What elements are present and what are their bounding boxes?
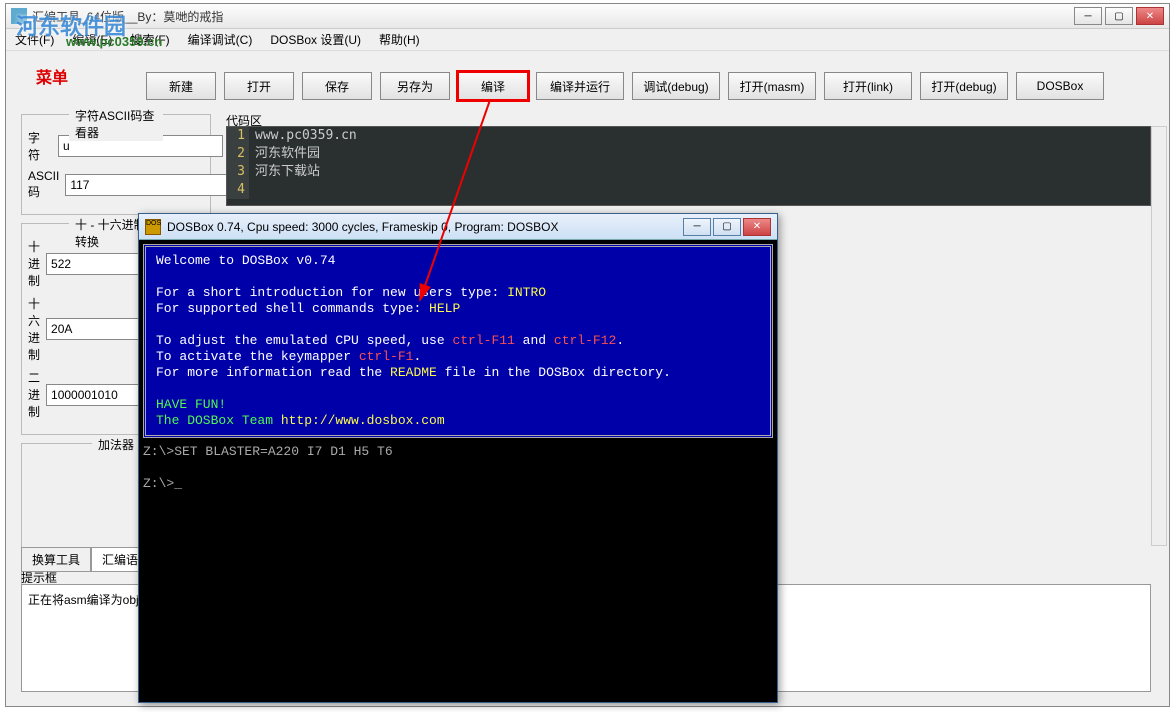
save-button[interactable]: 保存 [302,72,372,100]
menu-edit[interactable]: 编辑(E) [68,29,116,50]
vertical-scrollbar[interactable] [1151,126,1167,546]
menu-file[interactable]: 文件(F) [11,29,58,50]
code-editor[interactable]: 1www.pc0359.cn 2河东软件园 3河东下载站 4 [226,126,1151,206]
dosbox-terminal[interactable]: Welcome to DOSBox v0.74 For a short intr… [139,240,777,702]
ascii-panel-title: 字符ASCII码查看器 [69,107,163,141]
open-masm-button[interactable]: 打开(masm) [728,72,816,100]
dosbox-title: DOSBox 0.74, Cpu speed: 3000 cycles, Fra… [167,220,683,234]
menu-dosbox-settings[interactable]: DOSBox 设置(U) [266,29,365,50]
window-title: 汇编工具_64位版__By：莫哋的戒指 [32,8,1074,25]
dosbox-welcome-frame: Welcome to DOSBox v0.74 For a short intr… [143,244,773,438]
dosbox-close-button[interactable]: ✕ [743,218,771,236]
menu-search[interactable]: 搜索(F) [126,29,173,50]
dec-label: 十 进 制 [28,238,40,289]
ascii-code-label: ASCII码 [28,169,59,200]
minimize-button[interactable]: ─ [1074,7,1102,25]
dos-prompt: Z:\>SET BLASTER=A220 I7 D1 H5 T6 [143,444,773,460]
dosbox-maximize-button[interactable]: ▢ [713,218,741,236]
new-button[interactable]: 新建 [146,72,216,100]
ascii-code-input[interactable] [65,174,230,196]
title-bar: 汇编工具_64位版__By：莫哋的戒指 ─ ▢ ✕ [6,4,1169,29]
dos-text: Welcome to DOSBox v0.74 [156,253,760,269]
menu-bar: 文件(F) 编辑(E) 搜索(F) 编译调试(C) DOSBox 设置(U) 帮… [6,29,1169,51]
saveas-button[interactable]: 另存为 [380,72,450,100]
open-debug-button[interactable]: 打开(debug) [920,72,1008,100]
code-line [249,181,255,199]
app-icon [11,8,27,24]
dosbox-title-bar[interactable]: DOS DOSBox 0.74, Cpu speed: 3000 cycles,… [139,214,777,240]
hex-label: 十六进制 [28,295,40,363]
menu-compile-debug[interactable]: 编译调试(C) [184,29,257,50]
compile-button[interactable]: 编译 [458,72,528,100]
dos-prompt: Z:\>_ [143,476,773,492]
open-link-button[interactable]: 打开(link) [824,72,912,100]
hint-text: 正在将asm编译为obj [28,593,139,607]
close-button[interactable]: ✕ [1136,7,1164,25]
dosbox-button[interactable]: DOSBox [1016,72,1104,100]
adder-panel-title: 加法器 [92,436,140,453]
menu-help[interactable]: 帮助(H) [375,29,424,50]
menu-annotation: 菜单 [36,64,68,88]
dosbox-window: DOS DOSBox 0.74, Cpu speed: 3000 cycles,… [138,213,778,703]
dosbox-minimize-button[interactable]: ─ [683,218,711,236]
code-line: www.pc0359.cn [249,127,357,145]
char-label: 字 符 [28,129,52,163]
code-line: 河东软件园 [249,145,320,163]
code-line: 河东下载站 [249,163,320,181]
window-controls: ─ ▢ ✕ [1074,7,1164,25]
toolbar: 新建 打开 保存 另存为 编译 编译并运行 调试(debug) 打开(masm)… [146,72,1104,100]
debug-button[interactable]: 调试(debug) [632,72,720,100]
ascii-viewer-panel: 字符ASCII码查看器 字 符 ASCII码 [21,114,211,215]
compile-run-button[interactable]: 编译并运行 [536,72,624,100]
open-button[interactable]: 打开 [224,72,294,100]
maximize-button[interactable]: ▢ [1105,7,1133,25]
dosbox-icon: DOS [145,219,161,235]
bin-label: 二 进 制 [28,369,40,420]
